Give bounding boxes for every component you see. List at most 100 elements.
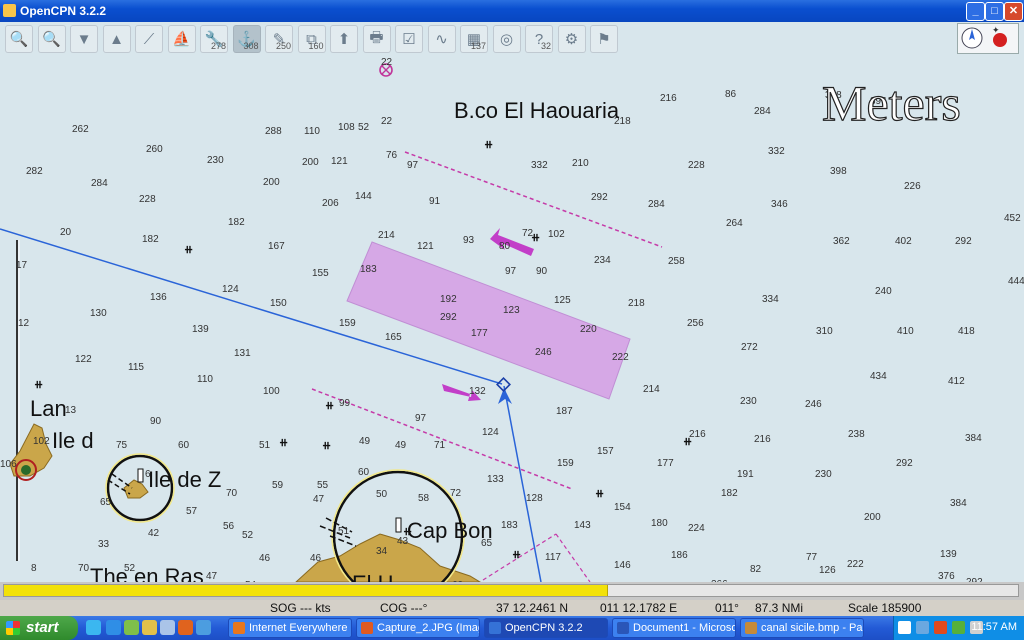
network-tray-icon[interactable] [916,621,929,634]
sounding: 292 [440,312,457,323]
sounding: 310 [816,326,833,337]
route-line-2 [503,385,542,582]
waypoint-icon [496,377,511,392]
sounding: 206 [322,198,339,209]
sounding: 123 [503,305,520,316]
zoom-in-button[interactable]: 🔍 [5,25,33,53]
sounding: 121 [331,156,348,167]
sounding: 124 [482,427,499,438]
refresh-quicklaunch-icon[interactable] [124,620,139,635]
taskbar-item[interactable]: canal sicile.bmp - Paint [740,618,864,638]
minimize-button[interactable]: _ [966,2,985,21]
help-button[interactable]: ? 32 [525,25,553,53]
sounding: 228 [139,194,156,205]
dashboard-icon: ⚑ [597,31,611,48]
place-label-lan: Lan [30,396,67,421]
sounding: 234 [594,255,611,266]
sync-tray-icon[interactable] [952,621,965,634]
sounding: 216 [660,93,677,104]
folder-quicklaunch-icon[interactable] [142,620,157,635]
ie-quicklaunch-icon[interactable] [106,620,121,635]
sounding: 108 [338,122,355,133]
media-quicklaunch-icon[interactable] [196,620,211,635]
sounding: 246 [805,399,822,410]
toolbar-overlay-number: 137 [470,41,486,51]
sounding: 46 [310,553,322,564]
wreck-icon: ⧺ [184,244,193,256]
taskbar-item-label: Document1 - Microsof... [633,622,735,634]
chart-canvas[interactable]: 216 86 284 368 396 218 262 288 110 108 52 22 76 97 332… [0,56,1024,582]
route-manager-button[interactable]: ☑ [395,25,423,53]
settings-button[interactable]: 🔧 278 [200,25,228,53]
scale-in-button[interactable]: ▼ [70,25,98,53]
sounding: 384 [965,433,982,444]
scale-out-button[interactable]: ▲ [102,25,131,53]
help-tray-icon[interactable] [898,621,911,634]
close-button[interactable]: ✕ [1004,2,1023,21]
sounding: 72 [450,488,462,499]
sounding: 126 [819,565,836,576]
current-button[interactable]: ✎ 250 [265,25,293,53]
sounding: 117 [545,552,561,563]
sounding: 238 [848,429,865,440]
print-button[interactable]: 🖶 [362,25,391,53]
color-scheme-button[interactable]: ▦ 137 [460,25,488,53]
tide-button[interactable]: ⧉ 160 [297,25,326,53]
route-button[interactable]: ⟋ [135,25,163,53]
start-button[interactable]: start [0,616,78,640]
sounding: 128 [526,493,543,504]
sounding: 59 [272,480,284,491]
sounding: 222 [847,559,864,570]
sounding: 182 [142,234,159,245]
sounding: 130 [90,308,107,319]
sounding: 77 [806,552,818,563]
sounding: 106 [0,459,17,470]
taskbar-item[interactable]: Capture_2.JPG (Imag... [356,618,480,638]
taskbar-app-icon [489,622,501,634]
sounding: 70 [226,488,238,499]
security-tray-icon[interactable] [934,621,947,634]
taskbar-item[interactable]: Document1 - Microsof... [612,618,736,638]
status-bearing: 011° [715,601,739,615]
sounding: 210 [572,158,589,169]
wreck-icon: ⧺ [484,139,493,151]
taskbar: start Internet Everywhere Capture_2.JPG (… [0,616,1024,640]
land-zembra [123,479,149,499]
sounding: 187 [556,406,573,417]
taskbar-app-icon [361,622,373,634]
sounding: 20 [60,227,72,238]
follow-icon: ⛵ [172,31,191,48]
sounding: 177 [657,458,674,469]
track-button[interactable]: ∿ [427,25,456,53]
sounding: 410 [897,326,914,337]
maximize-button[interactable]: □ [985,2,1004,21]
sounding: 284 [91,178,108,189]
progress-track [3,584,1019,597]
zoom-out-button[interactable]: 🔍 [37,25,66,53]
mob-button[interactable]: ◎ [492,25,521,53]
sounding: 49 [395,440,407,451]
follow-button[interactable]: ⛵ [167,25,196,53]
sounding: 57 [186,506,198,517]
sounding: 52 [242,530,254,541]
sounding: 42 [148,528,160,539]
compass-widget[interactable]: ✦ [957,23,1019,54]
sounding: 8 [31,563,37,574]
sounding: 240 [875,286,892,297]
taskbar-item[interactable]: OpenCPN 3.2.2 [484,618,608,638]
chrome-quicklaunch-icon[interactable] [86,620,101,635]
dashboard-button[interactable]: ⚑ [590,25,618,53]
app-icon [3,4,16,17]
sounding: 110 [197,374,213,385]
wreck-icon: ⧺ [595,488,604,500]
plugin-button[interactable]: ⚙ [557,25,586,53]
email-quicklaunch-icon[interactable] [160,620,175,635]
firefox-quicklaunch-icon[interactable] [178,620,193,635]
separation-zone [346,241,631,400]
taskbar-item-label: OpenCPN 3.2.2 [505,622,583,634]
ais-button[interactable]: ⬆ [330,25,358,53]
taskbar-item[interactable]: Internet Everywhere [228,618,352,638]
text-button[interactable]: ⚓ 308 [232,25,261,53]
sounding: 159 [339,318,356,329]
status-bar: SOG --- kts COG ---° 37 12.2461 N 011 12… [0,600,1024,616]
